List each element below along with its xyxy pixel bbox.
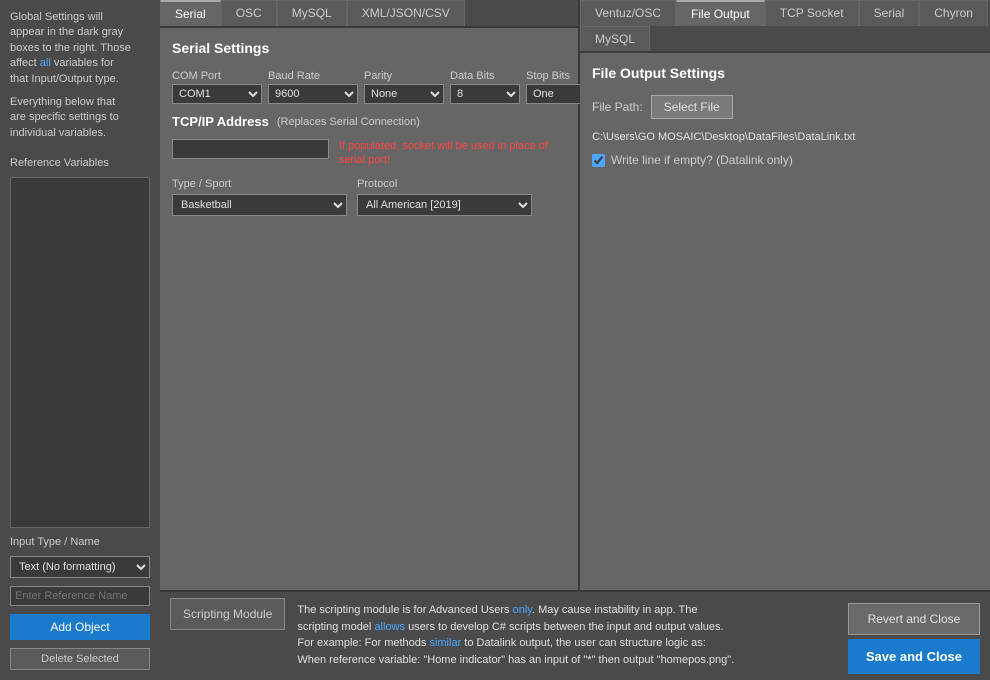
tab-ventuz-osc[interactable]: Ventuz/OSC bbox=[580, 0, 676, 26]
serial-settings-grid: COM Port Baud Rate Parity Data Bits Stop… bbox=[172, 70, 566, 104]
protocol-col: Protocol All American [2019]DaktronicsOE… bbox=[357, 178, 532, 216]
protocol-select[interactable]: All American [2019]DaktronicsOESNevco bbox=[357, 194, 532, 216]
file-path-row: File Path: Select File bbox=[592, 95, 978, 119]
add-object-button[interactable]: Add Object bbox=[10, 614, 150, 640]
write-line-label: Write line if empty? (Datalink only) bbox=[611, 153, 793, 167]
parity-header: Parity bbox=[364, 70, 444, 82]
sport-col: Type / Sport BasketballFootballBaseballS… bbox=[172, 178, 347, 216]
tcp-ip-header: TCP/IP Address (Replaces Serial Connecti… bbox=[172, 114, 566, 129]
global-settings-text: Global Settings will appear in the dark … bbox=[10, 10, 150, 87]
tab-file-output[interactable]: File Output bbox=[676, 0, 765, 26]
file-tab-bar: Ventuz/OSC File Output TCP Socket Serial… bbox=[580, 0, 990, 53]
below-text: Everything below that are specific setti… bbox=[10, 95, 150, 141]
save-and-close-button[interactable]: Save and Close bbox=[848, 639, 980, 674]
write-line-checkbox[interactable] bbox=[592, 154, 605, 167]
revert-and-close-button[interactable]: Revert and Close bbox=[848, 603, 980, 635]
reference-vars-label: Reference Variables bbox=[10, 157, 150, 169]
select-file-button[interactable]: Select File bbox=[651, 95, 733, 119]
scripting-line-3: For example: For methods similar to Data… bbox=[297, 637, 705, 649]
scripting-text: The scripting module is for Advanced Use… bbox=[285, 598, 848, 674]
all-text: all bbox=[40, 57, 51, 69]
scripting-line-1: The scripting module is for Advanced Use… bbox=[297, 604, 697, 616]
input-type-label: Input Type / Name bbox=[10, 536, 150, 548]
action-buttons: Revert and Close Save and Close bbox=[848, 598, 980, 674]
type-sport-label: Type / Sport bbox=[172, 178, 347, 190]
ref-name-input[interactable] bbox=[10, 586, 150, 606]
sidebar: Global Settings will appear in the dark … bbox=[0, 0, 160, 680]
data-bits-header: Data Bits bbox=[450, 70, 520, 82]
sport-select[interactable]: BasketballFootballBaseballSoccer bbox=[172, 194, 347, 216]
tab-serial[interactable]: Serial bbox=[160, 0, 221, 26]
file-path-value: C:\Users\GO MOSAIC\Desktop\DataFiles\Dat… bbox=[592, 131, 978, 143]
below-line-3: individual variables. bbox=[10, 127, 106, 139]
tcp-ip-subtitle: (Replaces Serial Connection) bbox=[277, 116, 420, 128]
baud-rate-header: Baud Rate bbox=[268, 70, 358, 82]
input-type-select[interactable]: Text (No formatting) bbox=[10, 556, 150, 578]
tab-mysql[interactable]: MySQL bbox=[277, 0, 347, 26]
serial-tab-bar: Serial OSC MySQL XML/JSON/CSV bbox=[160, 0, 578, 28]
baud-rate-select[interactable]: 9600192003840057600115200 bbox=[268, 84, 358, 104]
global-text-4: affect all variables for bbox=[10, 57, 114, 69]
write-line-row: Write line if empty? (Datalink only) bbox=[592, 153, 978, 167]
serial-settings-title: Serial Settings bbox=[172, 40, 566, 56]
tcp-warning: If populated, socket will be used in pla… bbox=[339, 139, 566, 168]
below-line-2: are specific settings to bbox=[10, 111, 119, 123]
global-text-3: boxes to the right. Those bbox=[10, 42, 131, 54]
com-port-select[interactable]: COM1COM2COM3COM4 bbox=[172, 84, 262, 104]
protocol-label: Protocol bbox=[357, 178, 532, 190]
tab-mysql-out[interactable]: MySQL bbox=[580, 26, 650, 51]
tab-xml-json-csv[interactable]: XML/JSON/CSV bbox=[347, 0, 465, 26]
tab-serial-out[interactable]: Serial bbox=[859, 0, 920, 26]
right-panel: Serial OSC MySQL XML/JSON/CSV Serial Set… bbox=[160, 0, 990, 680]
serial-panel-content: Serial Settings COM Port Baud Rate Parit… bbox=[160, 28, 578, 590]
delete-selected-button[interactable]: Delete Selected bbox=[10, 648, 150, 670]
global-text-2: appear in the dark gray bbox=[10, 26, 123, 38]
tab-osc[interactable]: OSC bbox=[221, 0, 277, 26]
bottom-bar: Scripting Module The scripting module is… bbox=[160, 590, 990, 680]
below-line-1: Everything below that bbox=[10, 96, 115, 108]
file-output-panel: Ventuz/OSC File Output TCP Socket Serial… bbox=[580, 0, 990, 590]
tcp-ip-input[interactable] bbox=[172, 139, 329, 159]
serial-panel: Serial OSC MySQL XML/JSON/CSV Serial Set… bbox=[160, 0, 580, 590]
global-text-1: Global Settings will bbox=[10, 11, 103, 23]
global-text-6: that Input/Output type. bbox=[10, 73, 119, 85]
com-port-header: COM Port bbox=[172, 70, 262, 82]
reference-vars-box bbox=[10, 177, 150, 528]
tcp-ip-row: If populated, socket will be used in pla… bbox=[172, 139, 566, 168]
file-output-content: File Output Settings File Path: Select F… bbox=[580, 53, 990, 590]
file-path-label: File Path: bbox=[592, 100, 643, 114]
tab-tcp-socket[interactable]: TCP Socket bbox=[765, 0, 859, 26]
scripting-line-4: When reference variable: "Home indicator… bbox=[297, 654, 734, 666]
tcp-ip-title: TCP/IP Address bbox=[172, 114, 269, 129]
panels-row: Serial OSC MySQL XML/JSON/CSV Serial Set… bbox=[160, 0, 990, 590]
parity-select[interactable]: NoneOddEvenMarkSpace bbox=[364, 84, 444, 104]
tab-chyron[interactable]: Chyron bbox=[919, 0, 988, 26]
sport-protocol-row: Type / Sport BasketballFootballBaseballS… bbox=[172, 178, 566, 216]
scripting-module-button[interactable]: Scripting Module bbox=[170, 598, 285, 630]
data-bits-select[interactable]: 5678 bbox=[450, 84, 520, 104]
scripting-line-2: scripting model allows users to develop … bbox=[297, 621, 723, 633]
file-output-title: File Output Settings bbox=[592, 65, 978, 81]
